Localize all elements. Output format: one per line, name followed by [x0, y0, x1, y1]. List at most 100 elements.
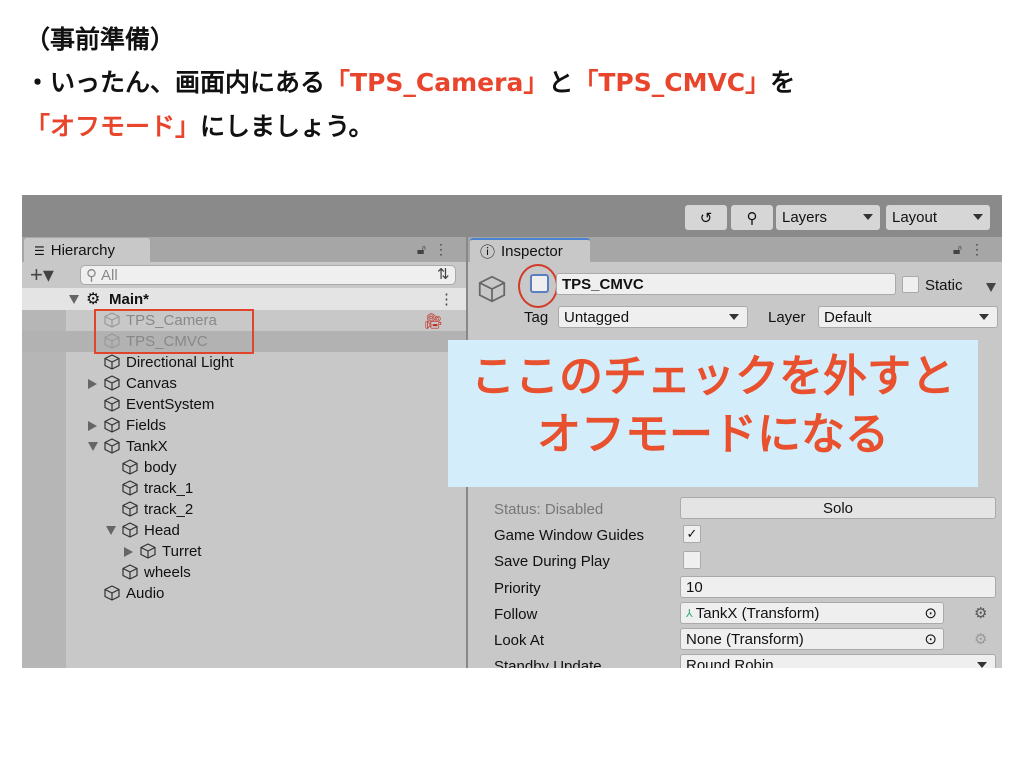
object-name: TPS_CMVC: [562, 275, 644, 293]
priority-label: Priority: [494, 580, 541, 597]
object-picker-icon[interactable]: ⊙: [924, 630, 937, 648]
tag-dropdown[interactable]: Untagged: [558, 306, 748, 328]
tab-inspector[interactable]: ⓘ Inspector: [470, 238, 590, 263]
hierarchy-item[interactable]: Audio: [22, 583, 466, 604]
hierarchy-item[interactable]: Turret: [22, 541, 466, 562]
hierarchy-item[interactable]: Canvas: [22, 373, 466, 394]
highlight-tps-camera: 「TPS_Camera」: [325, 68, 549, 97]
red-highlight-box: [94, 309, 254, 354]
hierarchy-item[interactable]: Head: [22, 520, 466, 541]
hierarchy-item-label: wheels: [144, 564, 191, 581]
look-at-label: Look At: [494, 632, 545, 649]
hierarchy-search-input[interactable]: ⚲ All: [80, 265, 456, 285]
history-icon: ↺: [699, 209, 713, 227]
gameobject-cube-icon[interactable]: [478, 275, 506, 303]
hierarchy-item[interactable]: Fields: [22, 415, 466, 436]
standby-update-dropdown[interactable]: Round Robin: [680, 654, 996, 668]
static-label: Static: [925, 277, 963, 294]
hierarchy-item[interactable]: Directional Light: [22, 352, 466, 373]
tab-label: Inspector: [501, 243, 563, 260]
gameobject-cube-icon: [104, 354, 120, 370]
expand-triangle-icon[interactable]: [88, 421, 97, 431]
gameobject-cube-icon: [122, 522, 138, 538]
hierarchy-item-label: body: [144, 459, 177, 476]
object-name-input[interactable]: TPS_CMVC: [556, 273, 896, 295]
gameobject-cube-icon: [122, 564, 138, 580]
collapse-triangle-icon[interactable]: [88, 442, 98, 451]
lock-icon[interactable]: 🔓︎⋮: [953, 241, 992, 258]
hierarchy-item[interactable]: TankX: [22, 436, 466, 457]
look-at-field[interactable]: None (Transform) ⊙: [680, 628, 944, 650]
collapse-triangle-icon[interactable]: [106, 526, 116, 535]
more-icon[interactable]: ⋮: [439, 290, 454, 308]
layers-dropdown[interactable]: Layers: [776, 205, 880, 230]
highlight-tps-cmvc: 「TPS_CMVC」: [573, 68, 771, 97]
hierarchy-tree: TPS_Camera TPS_CMVC Directional Light Canva…: [22, 310, 466, 668]
tab-hierarchy[interactable]: ☰ Hierarchy: [24, 238, 150, 263]
expand-triangle-icon[interactable]: [124, 547, 133, 557]
highlight-off-mode: 「オフモード」: [25, 112, 201, 141]
red-circle-annotation: [518, 264, 558, 308]
layer-value: Default: [824, 308, 872, 326]
text: と: [548, 68, 574, 97]
search-placeholder: All: [101, 266, 118, 284]
search-button[interactable]: ⚲: [731, 205, 773, 230]
expand-triangle-icon[interactable]: [69, 295, 79, 304]
gameobject-cube-icon: [104, 396, 120, 412]
standby-update-value: Round Robin: [686, 656, 774, 669]
save-during-play-checkbox[interactable]: [683, 551, 701, 569]
hierarchy-item[interactable]: track_2: [22, 499, 466, 520]
callout-line-2: オフモードになる: [537, 409, 889, 460]
hierarchy-item-label: Head: [144, 522, 180, 539]
solo-button[interactable]: Solo: [680, 497, 996, 519]
standby-update-label: Standby Update: [494, 658, 602, 668]
hierarchy-item[interactable]: EventSystem: [22, 394, 466, 415]
follow-field[interactable]: ⅄ TankX (Transform) ⊙: [680, 602, 944, 624]
inspector-tabbar: ⓘ Inspector 🔓︎⋮: [468, 237, 1002, 263]
priority-value: 10: [686, 578, 703, 596]
game-window-guides-label: Game Window Guides: [494, 527, 645, 544]
transform-icon: ⅄: [686, 607, 693, 620]
scene-name: Main*: [109, 291, 150, 308]
hierarchy-toolbar: +▾ ⚲ All ⇅: [22, 262, 466, 288]
hierarchy-item[interactable]: wheels: [22, 562, 466, 583]
gameobject-cube-icon: [104, 375, 120, 391]
solo-label: Solo: [822, 499, 854, 517]
priority-input[interactable]: 10: [680, 576, 996, 598]
history-button[interactable]: ↺: [685, 205, 727, 230]
tag-value: Untagged: [564, 308, 630, 326]
hierarchy-item-label: EventSystem: [126, 396, 215, 413]
chevron-down-icon: [973, 214, 983, 220]
layout-dropdown[interactable]: Layout: [886, 205, 990, 230]
follow-label: Follow: [494, 606, 538, 623]
text: にしましょう。: [200, 112, 374, 141]
hierarchy-item[interactable]: track_1: [22, 478, 466, 499]
save-during-play-label: Save During Play: [494, 553, 610, 570]
sort-icon[interactable]: ⇅: [437, 265, 450, 283]
instruction-line-2: 「オフモード」にしましょう。: [25, 107, 374, 143]
static-checkbox[interactable]: [902, 276, 919, 293]
object-picker-icon[interactable]: ⊙: [924, 604, 937, 622]
chevron-down-icon: [979, 314, 989, 320]
hierarchy-item-label: track_2: [144, 501, 194, 518]
scene-row[interactable]: ⚙ Main* ⋮: [22, 288, 466, 310]
list-icon: ☰: [34, 243, 45, 258]
static-dropdown-icon[interactable]: [986, 283, 996, 292]
gear-icon[interactable]: ⚙: [974, 630, 987, 648]
layer-dropdown[interactable]: Default: [818, 306, 998, 328]
info-icon: ⓘ: [480, 244, 496, 261]
add-icon[interactable]: +▾: [30, 262, 54, 288]
lock-icon[interactable]: 🔓︎⋮: [417, 241, 456, 258]
instruction-line-1: ・いったん、画面内にある「TPS_Camera」と「TPS_CMVC」を: [25, 63, 795, 99]
gameobject-cube-icon: [140, 543, 156, 559]
hierarchy-item-label: Directional Light: [126, 354, 234, 371]
game-window-guides-checkbox[interactable]: ✓: [683, 525, 701, 543]
gameobject-cube-icon: [104, 417, 120, 433]
expand-triangle-icon[interactable]: [88, 379, 97, 389]
follow-value: TankX (Transform): [695, 604, 820, 622]
hierarchy-item[interactable]: body: [22, 457, 466, 478]
gear-icon[interactable]: ⚙: [974, 604, 987, 622]
unity-scene-icon: ⚙: [86, 291, 101, 308]
tab-label: Hierarchy: [50, 242, 115, 259]
text: ・いったん、画面内にある: [25, 68, 326, 97]
